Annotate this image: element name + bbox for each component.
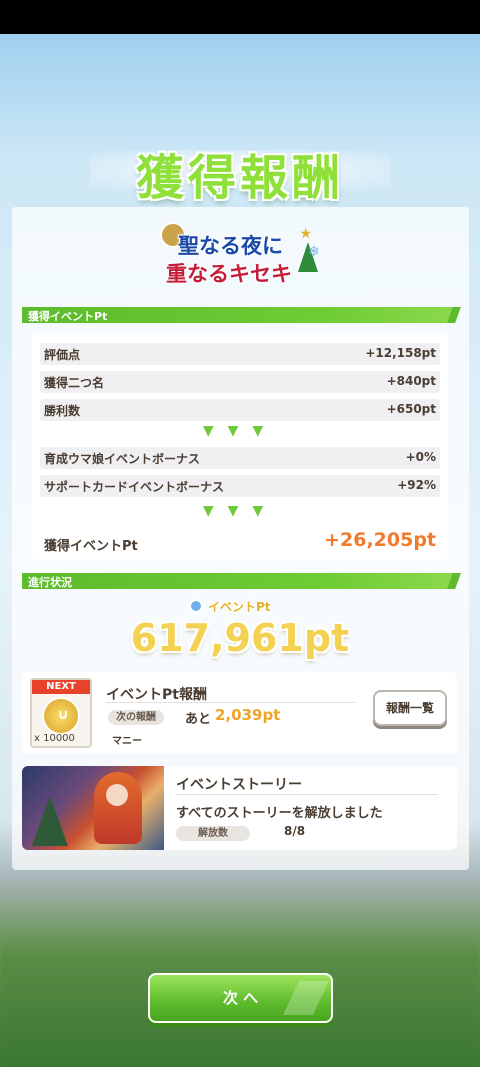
down-arrows-icon: ▼▼▼ [202, 503, 278, 519]
section-header-progress: 進行状況 [22, 573, 458, 589]
row-umamusume-bonus: 育成ウマ娘イベントボーナス +0% [40, 447, 440, 469]
event-pt-reward-card: NEXT ∪ x 10000 イベントPt報酬 次の報酬 あと 2,039pt … [22, 672, 457, 754]
down-arrows-icon: ▼▼▼ [202, 423, 278, 439]
snowflake-icon: ❄ [308, 244, 320, 260]
reward-list-button[interactable]: 報酬一覧 [373, 690, 447, 726]
section-header-label: 進行状況 [28, 576, 72, 589]
section-header-label: 獲得イベントPt [28, 310, 108, 323]
next-button-label: 次 へ [222, 989, 259, 1007]
star-icon: ★ [299, 226, 312, 242]
remaining-prefix: あと [185, 712, 212, 727]
event-logo-line2: 重なるキセキ [166, 261, 292, 286]
page-title: 獲得報酬 [135, 150, 344, 206]
story-title: イベントストーリー [176, 777, 302, 793]
story-thumbnail [22, 766, 164, 850]
event-pt-icon [189, 599, 203, 613]
total-points-value: +26,205pt [324, 529, 436, 551]
remaining-value: 2,039pt [215, 706, 281, 724]
event-logo: ★ ❄ 聖なる夜に 重なるキセキ [160, 218, 320, 290]
reward-name: マニー [112, 736, 142, 747]
divider [106, 702, 356, 703]
reward-quantity: x 10000 [34, 733, 75, 744]
event-pt-label: イベントPt [208, 600, 271, 614]
row-titles: 獲得二つ名 +840pt [40, 371, 440, 393]
event-story-card[interactable]: イベントストーリー すべてのストーリーを解放しました 解放数 8/8 [22, 766, 457, 850]
points-breakdown-card: 評価点 +12,158pt 獲得二つ名 +840pt 勝利数 +650pt ▼▼… [32, 333, 448, 561]
row-score: 評価点 +12,158pt [40, 343, 440, 365]
row-wins: 勝利数 +650pt [40, 399, 440, 421]
money-coin-icon: ∪ [42, 697, 80, 735]
next-reward-pill: 次の報酬 [108, 710, 164, 725]
event-logo-line1: 聖なる夜に [178, 233, 283, 258]
total-points-label: 獲得イベントPt [44, 539, 138, 554]
reward-title: イベントPt報酬 [106, 687, 207, 703]
next-button[interactable]: 次 へ [148, 973, 333, 1023]
divider [176, 794, 438, 795]
unlock-count-value: 8/8 [284, 824, 306, 838]
next-reward-item: NEXT ∪ x 10000 [30, 678, 92, 748]
story-status: すべてのストーリーを解放しました [176, 806, 383, 821]
status-bar [0, 0, 480, 34]
unlock-count-pill: 解放数 [176, 826, 250, 841]
event-pt-total: 617,961pt [130, 616, 350, 660]
section-header-event-pt: 獲得イベントPt [22, 307, 458, 323]
next-badge: NEXT [32, 680, 90, 694]
row-support-card-bonus: サポートカードイベントボーナス +92% [40, 475, 440, 497]
